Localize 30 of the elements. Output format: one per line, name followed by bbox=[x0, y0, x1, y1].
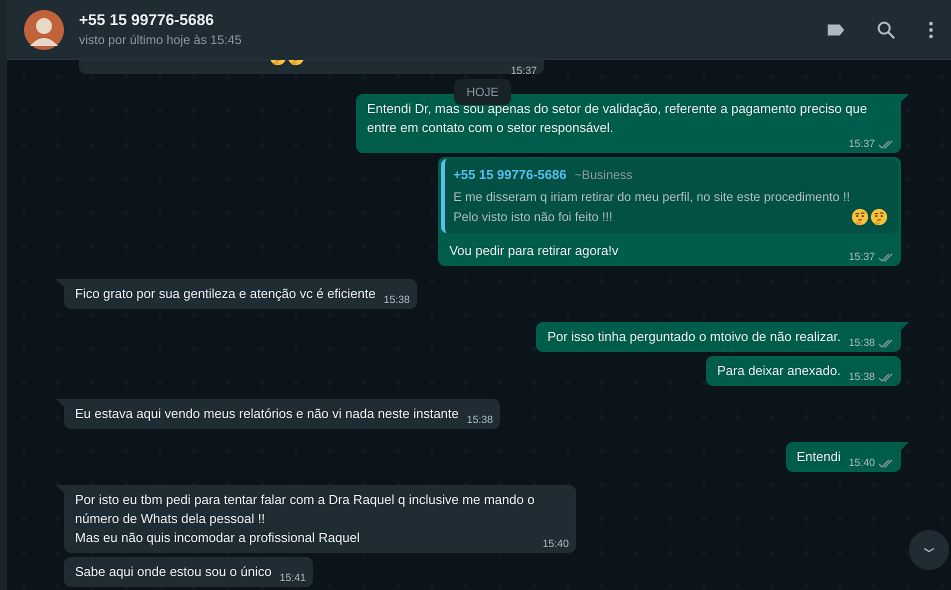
last-seen-text: visto por último hoje às 15:45 bbox=[79, 33, 242, 47]
quoted-text: E me disseram q iriam retirar do meu perfil, no site este procedimento !! Pelo visto isto não foi feito !!! bbox=[453, 189, 850, 226]
message-text: Para deixar anexado. bbox=[717, 362, 841, 380]
message-time: 15:41 bbox=[280, 571, 306, 585]
message-time: 15:37 bbox=[848, 250, 875, 264]
chevron-down-icon bbox=[921, 545, 937, 555]
message-text: Fico grato por sua gentileza e atenção vc é eficiente bbox=[75, 285, 376, 303]
message-time: 15:38 bbox=[848, 336, 875, 350]
message-text: Sabe aqui onde estou sou o único bbox=[75, 563, 272, 581]
search-icon[interactable] bbox=[875, 18, 897, 40]
avatar[interactable] bbox=[24, 10, 64, 50]
message-text: Por isso tinha perguntado o mtoivo de não realizar. bbox=[547, 328, 841, 346]
message-text: Eu estava aqui vendo meus relatórios e não vi nada neste instante bbox=[75, 405, 459, 423]
date-divider: HOJE bbox=[454, 79, 510, 105]
message-time: 15:40 bbox=[848, 456, 875, 470]
thinking-face-icon bbox=[851, 208, 869, 226]
message-text: Entendi bbox=[796, 448, 841, 466]
message-time: 15:37 bbox=[510, 64, 537, 74]
message-text: Vou pedir para retirar agora!v bbox=[449, 242, 618, 260]
quoted-author: +55 15 99776-5686 bbox=[453, 166, 566, 184]
message-time: 15:38 bbox=[384, 293, 410, 307]
thinking-face-icon bbox=[870, 208, 888, 226]
business-label: ~Business bbox=[574, 167, 632, 184]
message-time: 15:38 bbox=[848, 370, 875, 384]
message-text: Por isto eu tbm pedi para tentar falar com a Dra Raquel q inclusive me mando o número de Whats dela pessoal !! Mas eu não quis incomodar a profissional Raquel bbox=[75, 491, 535, 547]
quoted-message[interactable]: +55 15 99776-5686 ~Business E me disseram q iriam retirar do meu perfil, no site este procedimento !! Pelo visto isto não foi feito !!! bbox=[441, 159, 898, 233]
message-time: 15:37 bbox=[848, 137, 875, 151]
message-time: 15:40 bbox=[542, 537, 569, 551]
message-time: 15:38 bbox=[466, 413, 494, 427]
contact-name[interactable]: +55 15 99776-5686 bbox=[79, 12, 214, 30]
